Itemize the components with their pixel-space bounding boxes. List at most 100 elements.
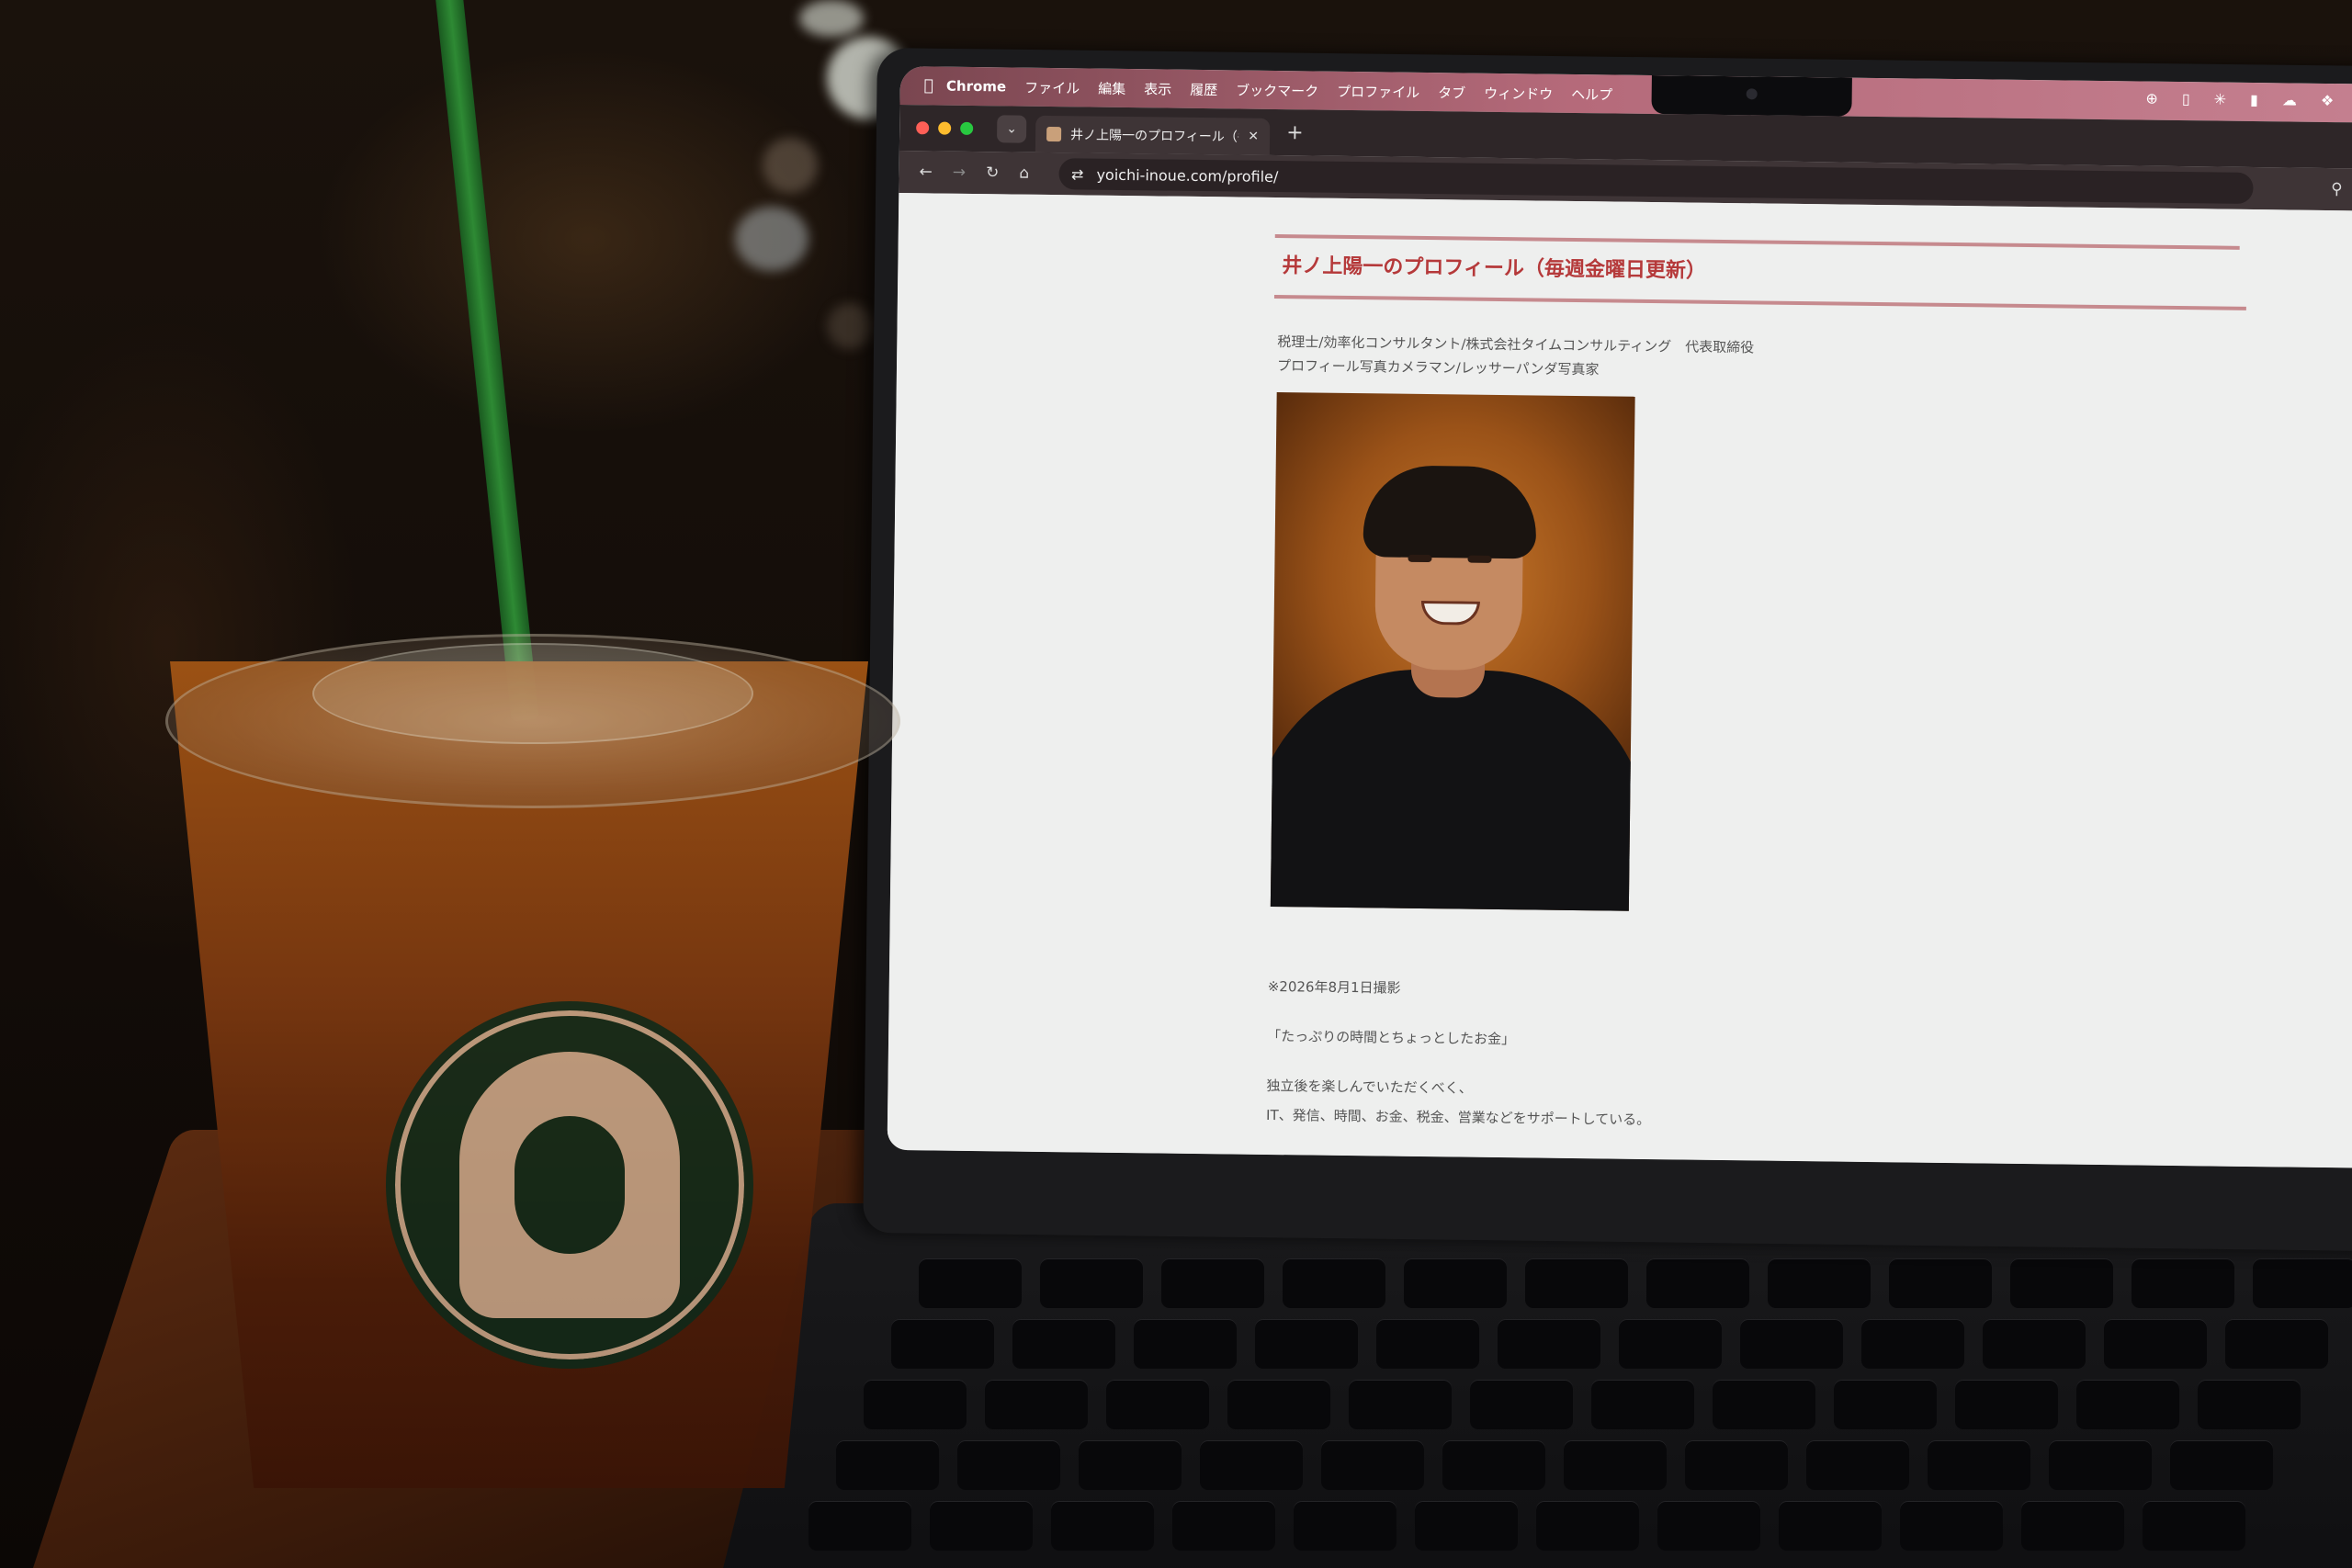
- keyboard-key: [1283, 1258, 1385, 1308]
- photo-eye: [1408, 554, 1432, 563]
- bokeh-light: [827, 303, 873, 349]
- keyboard-key: [1768, 1258, 1871, 1308]
- keyboard-key: [2132, 1258, 2234, 1308]
- site-settings-icon[interactable]: ⇄: [1071, 165, 1084, 183]
- fullscreen-window-button[interactable]: [960, 121, 974, 135]
- keyboard-key: [1415, 1501, 1518, 1551]
- keyboard-key: [891, 1319, 994, 1369]
- keyboard-key: [1294, 1501, 1396, 1551]
- keyboard-key: [2198, 1380, 2301, 1429]
- keyboard-key: [1619, 1319, 1722, 1369]
- keyboard-key: [1227, 1380, 1330, 1429]
- keyboard-key: [1525, 1258, 1628, 1308]
- keyboard-key: [1498, 1319, 1600, 1369]
- keyboard-key: [2076, 1380, 2179, 1429]
- profile-subtitle-line2: プロフィール写真カメラマン/レッサーパンダ写真家: [1276, 357, 1600, 378]
- menu-help[interactable]: ヘルプ: [1571, 84, 1612, 104]
- menu-history[interactable]: 履歴: [1190, 79, 1217, 98]
- favicon-icon: [1046, 126, 1062, 142]
- keyboard: [808, 1258, 2352, 1568]
- zoom-icon[interactable]: ⚲: [2331, 180, 2343, 198]
- browser-tab-active[interactable]: 井ノ上陽一のプロフィール（毎週 ✕: [1035, 115, 1271, 155]
- keyboard-key: [1012, 1319, 1115, 1369]
- clipboard-icon[interactable]: ▯: [2182, 90, 2190, 107]
- keyboard-key: [1564, 1440, 1667, 1490]
- keyboard-key: [836, 1440, 939, 1490]
- status-icons: ⊕ ▯ ✳ ▮ ☁ ❖ ≈: [2145, 90, 2352, 110]
- photo-shirt: [1270, 667, 1635, 911]
- keyboard-key: [808, 1501, 911, 1551]
- keyboard-key: [1051, 1501, 1154, 1551]
- sparkle-icon[interactable]: ✳: [2214, 90, 2227, 107]
- keyboard-key: [1983, 1319, 2086, 1369]
- cup-lid-dome: [312, 643, 753, 744]
- keyboard-key: [1834, 1380, 1937, 1429]
- keyboard-key: [2253, 1258, 2352, 1308]
- camera-icon: [1746, 88, 1758, 100]
- tab-title: 井ノ上陽一のプロフィール（毎週: [1069, 128, 1239, 145]
- close-window-button[interactable]: [916, 121, 930, 135]
- menu-window[interactable]: ウィンドウ: [1484, 83, 1553, 103]
- toolbar-right-icons: ⚲ ◉: [2331, 180, 2352, 199]
- page-title: 井ノ上陽一のプロフィール（毎週金曜日更新）: [1282, 254, 1707, 283]
- menu-edit[interactable]: 編集: [1098, 78, 1125, 97]
- menu-file[interactable]: ファイル: [1024, 77, 1080, 97]
- plus-circle-icon[interactable]: ⊕: [2145, 90, 2158, 107]
- title-rule-top: [1274, 233, 2240, 250]
- cloud-icon[interactable]: ☁: [2282, 91, 2297, 108]
- keyboard-key: [2010, 1258, 2113, 1308]
- minimize-window-button[interactable]: [938, 121, 952, 135]
- home-icon[interactable]: ⌂: [1019, 164, 1029, 183]
- menu-app-chrome[interactable]: Chrome: [946, 78, 1006, 96]
- keyboard-key: [1040, 1258, 1143, 1308]
- camera-notch: [1651, 74, 1852, 117]
- body-line-2: IT、発信、時間、お金、税金、営業などをサポートしている。: [1265, 1106, 1651, 1129]
- keyboard-key: [985, 1380, 1088, 1429]
- keyboard-key: [1376, 1319, 1479, 1369]
- keyboard-key: [1591, 1380, 1694, 1429]
- keyboard-key: [1470, 1380, 1573, 1429]
- body-line-1: 独立後を楽しんでいただくべく、: [1266, 1077, 1473, 1097]
- bokeh-light: [799, 0, 864, 37]
- chevron-down-icon[interactable]: ⌄: [996, 115, 1027, 143]
- keyboard-key: [1200, 1440, 1303, 1490]
- siren-icon: [459, 1052, 680, 1318]
- menu-view[interactable]: 表示: [1144, 79, 1171, 98]
- title-rule-bottom: [1273, 294, 2246, 310]
- keyboard-key: [1349, 1380, 1452, 1429]
- apple-icon[interactable]: : [924, 76, 933, 95]
- menu-bookmarks[interactable]: ブックマーク: [1236, 80, 1318, 100]
- menu-profiles[interactable]: プロファイル: [1337, 81, 1419, 101]
- forward-arrow-icon[interactable]: →: [953, 164, 966, 182]
- close-tab-icon[interactable]: ✕: [1248, 130, 1259, 144]
- laptop-screen:  Chrome ファイル 編集 表示 履歴 ブックマーク プロファイル タブ …: [887, 66, 2352, 1168]
- keyboard-key: [1889, 1258, 1992, 1308]
- keyboard-key: [1928, 1440, 2030, 1490]
- keyboard-key: [1106, 1380, 1209, 1429]
- dropbox-icon[interactable]: ❖: [2321, 92, 2335, 109]
- web-page-content: 井ノ上陽一のプロフィール（毎週金曜日更新） 税理士/効率化コンサルタント/株式会…: [887, 192, 2352, 1168]
- keyboard-key: [1172, 1501, 1275, 1551]
- menu-tab[interactable]: タブ: [1438, 83, 1465, 102]
- reload-icon[interactable]: ↻: [986, 164, 999, 182]
- keyboard-key: [2021, 1501, 2124, 1551]
- keyboard-key: [1134, 1319, 1237, 1369]
- url-text: yoichi-inoue.com/profile/: [1096, 165, 1279, 186]
- tagline-quote: 「たっぷりの時間とちょっとしたお金」: [1267, 1027, 1516, 1048]
- keyboard-key: [2049, 1440, 2152, 1490]
- keyboard-key: [1955, 1380, 2058, 1429]
- keyboard-key: [2170, 1440, 2273, 1490]
- keyboard-key: [1900, 1501, 2003, 1551]
- keyboard-key: [1536, 1501, 1639, 1551]
- keyboard-key: [1079, 1440, 1182, 1490]
- new-tab-icon[interactable]: +: [1286, 121, 1304, 144]
- keyboard-key: [1861, 1319, 1964, 1369]
- keyboard-key: [1646, 1258, 1749, 1308]
- keyboard-key: [1657, 1501, 1760, 1551]
- photo-eye: [1467, 555, 1492, 563]
- keyboard-key: [2225, 1319, 2328, 1369]
- back-arrow-icon[interactable]: ←: [919, 163, 932, 181]
- phone-icon[interactable]: ▮: [2250, 91, 2258, 108]
- keyboard-key: [1685, 1440, 1788, 1490]
- keyboard-key: [930, 1501, 1033, 1551]
